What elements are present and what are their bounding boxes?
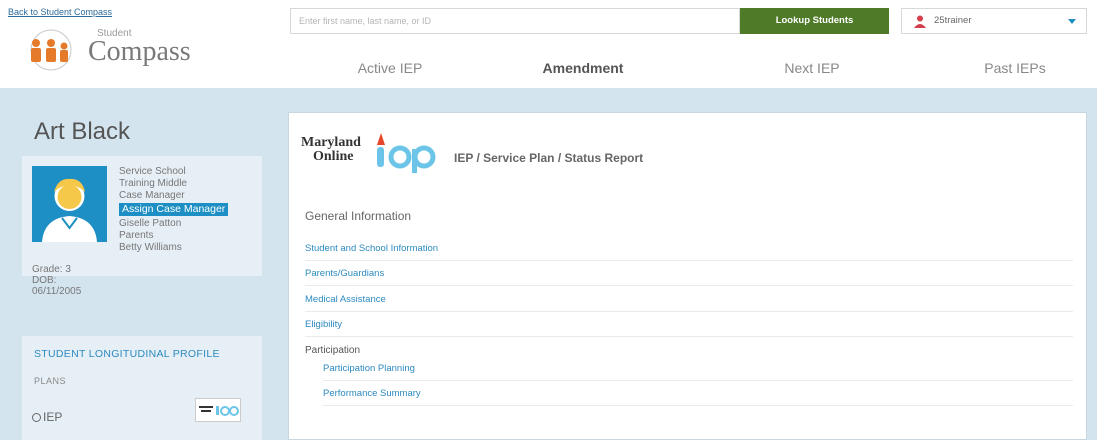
student-search-input[interactable]: Enter first name, last name, or ID [290, 8, 740, 34]
tab-amendment[interactable]: Amendment [483, 60, 683, 76]
tab-next-iep[interactable]: Next IEP [712, 60, 912, 76]
student-info: Service School Training Middle Case Mana… [119, 166, 229, 254]
user-icon [914, 15, 926, 28]
student-compass-logo[interactable]: Student Compass [18, 28, 198, 74]
student-grade-dob: Grade: 3 DOB: 06/11/2005 [32, 264, 81, 297]
tab-past-ieps[interactable]: Past IEPs [915, 60, 1097, 76]
parents-label: Parents [119, 230, 154, 241]
student-profile-card: Service School Training Middle Case Mana… [22, 156, 262, 297]
user-menu-dropdown[interactable]: 25trainer [901, 8, 1087, 34]
link-performance-summary[interactable]: Performance Summary [323, 388, 1073, 406]
plans-label: PLANS [34, 376, 67, 386]
grade: Grade: 3 [32, 264, 71, 275]
logo-online: Online [313, 149, 354, 164]
student-sidebar: Art Black Service School Training Middle… [22, 112, 262, 440]
student-avatar-icon [42, 178, 97, 242]
dob: 06/11/2005 [32, 286, 82, 297]
back-to-student-compass-link[interactable]: Back to Student Compass [8, 7, 112, 17]
link-participation-planning[interactable]: Participation Planning [323, 363, 1073, 381]
maryland-online-iep-logo: Maryland Online iep [301, 129, 451, 177]
service-school-label: Service School [119, 166, 186, 177]
link-eligibility[interactable]: Eligibility [305, 319, 1073, 337]
logo-big-text: Compass [88, 36, 191, 67]
user-name: 25trainer [934, 15, 972, 26]
student-name: Art Black [34, 118, 131, 145]
student-avatar [32, 166, 107, 242]
family-icon [30, 29, 72, 71]
top-bar: Back to Student Compass Student Compass … [0, 0, 1097, 88]
iep-content-panel: Maryland Online iep IEP / Service Plan /… [288, 112, 1087, 440]
iep-tabs: Active IEP Amendment Next IEP Past IEPs [290, 52, 1097, 88]
service-school: Training Middle [119, 178, 187, 189]
student-longitudinal-profile-link[interactable]: STUDENT LONGITUDINAL PROFILE [34, 348, 220, 360]
iep-radio[interactable] [32, 413, 41, 422]
link-medical-assistance[interactable]: Medical Assistance [305, 294, 1073, 312]
general-information-heading: General Information [305, 209, 412, 223]
participation-heading: Participation [305, 345, 361, 356]
iep-label: IEP [43, 410, 63, 424]
iep-plan-option[interactable]: IEP [32, 410, 62, 424]
iep-logo-mark [377, 133, 436, 173]
chevron-down-icon [1068, 19, 1076, 24]
parents-name: Betty Williams [119, 242, 182, 253]
assign-case-manager-button[interactable]: Assign Case Manager [119, 203, 229, 216]
panel-title: IEP / Service Plan / Status Report [454, 151, 644, 165]
case-manager-label: Case Manager [119, 190, 185, 201]
link-student-school-information[interactable]: Student and School Information [305, 243, 1073, 261]
plans-section: STUDENT LONGITUDINAL PROFILE PLANS IEP [22, 336, 262, 440]
maryland-online-iep-mini-logo[interactable] [195, 398, 241, 422]
mini-logo-graphic [199, 406, 239, 416]
dob-label: DOB: [32, 275, 57, 286]
logo-iep-text: iep [301, 129, 302, 130]
lookup-students-button[interactable]: Lookup Students [740, 8, 889, 34]
link-parents-guardians[interactable]: Parents/Guardians [305, 268, 1073, 286]
tab-active-iep[interactable]: Active IEP [290, 60, 490, 76]
case-manager-name: Giselle Patton [119, 218, 182, 229]
